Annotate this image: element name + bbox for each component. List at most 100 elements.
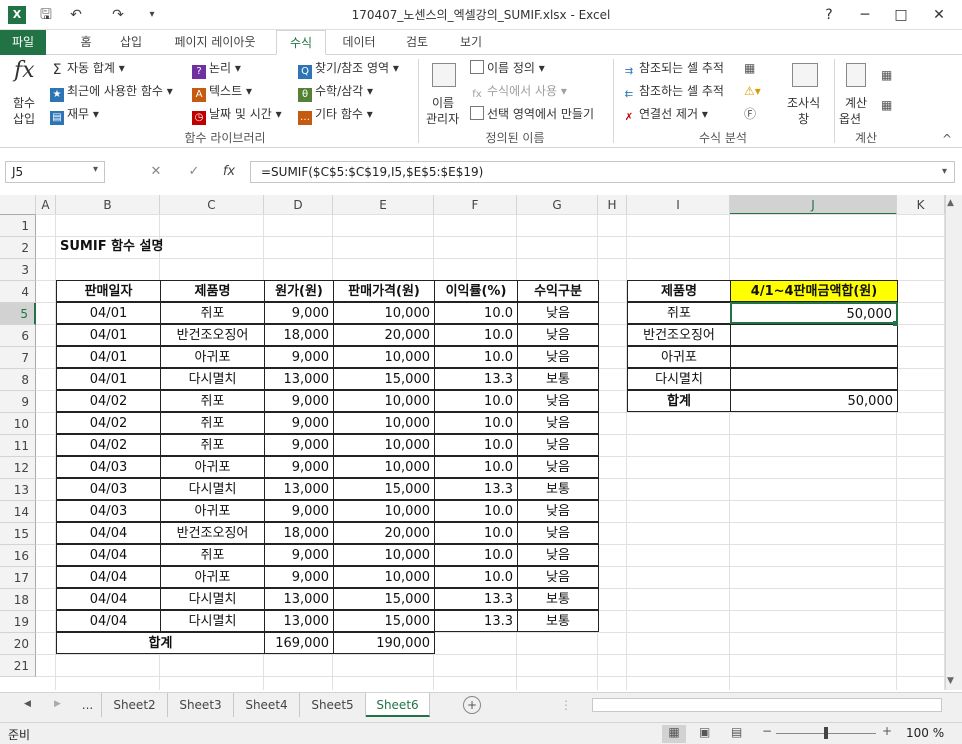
- error-checking-icon[interactable]: ⚠▾: [744, 83, 761, 99]
- row-header[interactable]: 20: [0, 633, 36, 655]
- tab-data[interactable]: 데이터: [334, 30, 384, 55]
- column-header-d[interactable]: D: [264, 195, 333, 215]
- row-header[interactable]: 14: [0, 501, 36, 523]
- table-cell[interactable]: 낮음: [517, 390, 599, 412]
- calc-options-label-1[interactable]: 계산: [845, 95, 867, 111]
- row-header[interactable]: 19: [0, 611, 36, 633]
- tab-file[interactable]: 파일: [0, 30, 46, 55]
- table-cell[interactable]: 보통: [517, 588, 599, 610]
- table-cell[interactable]: 04/04: [56, 588, 161, 610]
- collapse-ribbon-icon[interactable]: ^: [942, 131, 952, 147]
- table-cell[interactable]: 04/03: [56, 456, 161, 478]
- table-cell[interactable]: 9,000: [264, 456, 334, 478]
- trace-dependents-button[interactable]: ⇇ 참조하는 셀 추적: [622, 83, 724, 102]
- table-cell[interactable]: 보통: [517, 610, 599, 632]
- table-cell[interactable]: 13.3: [434, 368, 518, 390]
- row-header[interactable]: 1: [0, 215, 36, 237]
- table-cell[interactable]: 쥐포: [160, 302, 265, 324]
- column-header-g[interactable]: G: [517, 195, 598, 215]
- table-cell[interactable]: 10.0: [434, 346, 518, 368]
- lookup-button[interactable]: Q 찾기/참조 영역 ▾: [298, 60, 399, 79]
- table-cell[interactable]: 9,000: [264, 544, 334, 566]
- table-cell[interactable]: 13.3: [434, 610, 518, 632]
- use-in-formula-button[interactable]: fx 수식에서 사용 ▾: [470, 83, 567, 102]
- table-cell[interactable]: 아귀포: [160, 566, 265, 588]
- summary-product[interactable]: 아귀포: [627, 346, 731, 368]
- name-manager-label-1[interactable]: 이름: [432, 95, 454, 111]
- table-cell[interactable]: 10.0: [434, 412, 518, 434]
- column-header-a[interactable]: A: [36, 195, 56, 215]
- table-cell[interactable]: 10,000: [333, 302, 435, 324]
- column-header-b[interactable]: B: [56, 195, 160, 215]
- summary-total-value[interactable]: 50,000: [730, 390, 898, 412]
- table-cell[interactable]: 04/03: [56, 500, 161, 522]
- table-cell[interactable]: 다시멸치: [160, 610, 265, 632]
- show-formulas-icon[interactable]: ▦: [744, 60, 755, 76]
- table-cell[interactable]: 04/01: [56, 302, 161, 324]
- table-cell[interactable]: 반건조오징어: [160, 324, 265, 346]
- watch-window-label-1[interactable]: 조사식: [787, 95, 820, 111]
- table-cell[interactable]: 쥐포: [160, 412, 265, 434]
- table-cell[interactable]: 13,000: [264, 478, 334, 500]
- table-cell[interactable]: 04/02: [56, 434, 161, 456]
- close-button[interactable]: ✕: [925, 3, 953, 27]
- table-cell[interactable]: 낮음: [517, 302, 599, 324]
- save-icon[interactable]: 🖫: [36, 5, 56, 25]
- tab-split-handle[interactable]: ⋮: [560, 698, 572, 712]
- row-header[interactable]: 9: [0, 391, 36, 413]
- table-cell[interactable]: 10.0: [434, 500, 518, 522]
- table-cell[interactable]: 낮음: [517, 544, 599, 566]
- calc-sheet-icon[interactable]: ▦: [881, 97, 892, 113]
- sheet-tab[interactable]: Sheet3: [168, 693, 234, 717]
- normal-view-icon[interactable]: ▦: [662, 725, 686, 743]
- insert-function-icon[interactable]: fx: [14, 60, 35, 82]
- table-cell[interactable]: 낮음: [517, 500, 599, 522]
- table-cell[interactable]: 보통: [517, 478, 599, 500]
- table-cell[interactable]: 10.0: [434, 566, 518, 588]
- table-cell[interactable]: 9,000: [264, 566, 334, 588]
- financial-button[interactable]: ▤ 재무 ▾: [50, 106, 99, 125]
- table-cell[interactable]: 13,000: [264, 368, 334, 390]
- text-button[interactable]: A 텍스트 ▾: [192, 83, 252, 102]
- table-cell[interactable]: 다시멸치: [160, 478, 265, 500]
- row-header[interactable]: 21: [0, 655, 36, 677]
- summary-total-label[interactable]: 합계: [627, 390, 731, 412]
- row-header[interactable]: 16: [0, 545, 36, 567]
- table-cell[interactable]: 18,000: [264, 522, 334, 544]
- table-cell[interactable]: 04/02: [56, 390, 161, 412]
- tab-view[interactable]: 보기: [448, 30, 494, 55]
- summary-product[interactable]: 반건조오징어: [627, 324, 731, 346]
- scroll-down-icon[interactable]: ▼: [947, 676, 954, 686]
- table-cell[interactable]: 쥐포: [160, 544, 265, 566]
- table-cell[interactable]: 15,000: [333, 588, 435, 610]
- row-header[interactable]: 6: [0, 325, 36, 347]
- table-cell[interactable]: 13,000: [264, 610, 334, 632]
- table-cell[interactable]: 9,000: [264, 346, 334, 368]
- sheet-tab[interactable]: Sheet2: [102, 693, 168, 717]
- recent-functions-button[interactable]: ★ 최근에 사용한 함수 ▾: [50, 83, 173, 102]
- scroll-tabs-right-icon[interactable]: ▶: [54, 699, 61, 709]
- table-cell[interactable]: 04/04: [56, 566, 161, 588]
- table-cell[interactable]: 낮음: [517, 324, 599, 346]
- formula-input[interactable]: =SUMIF($C$5:$C$19,I5,$E$5:$E$19): [250, 161, 955, 183]
- watch-window-icon[interactable]: [792, 63, 818, 87]
- table-cell[interactable]: 반건조오징어: [160, 522, 265, 544]
- table-cell[interactable]: 04/01: [56, 368, 161, 390]
- watch-window-label-2[interactable]: 창: [798, 111, 809, 127]
- insert-function-label-2[interactable]: 삽입: [13, 111, 35, 127]
- row-header[interactable]: 10: [0, 413, 36, 435]
- table-header[interactable]: 이익률(%): [434, 280, 518, 302]
- vertical-scrollbar[interactable]: [945, 195, 962, 690]
- sheet-title[interactable]: SUMIF 함수 설명: [56, 236, 334, 258]
- row-header[interactable]: 3: [0, 259, 36, 281]
- table-cell[interactable]: 13,000: [264, 588, 334, 610]
- table-cell[interactable]: 10,000: [333, 434, 435, 456]
- scroll-tabs-left-icon[interactable]: ◀: [24, 699, 31, 709]
- zoom-in-icon[interactable]: +: [882, 724, 892, 738]
- table-cell[interactable]: 20,000: [333, 522, 435, 544]
- table-cell[interactable]: 아귀포: [160, 346, 265, 368]
- evaluate-formula-icon[interactable]: Ⓕ: [744, 106, 756, 122]
- cancel-icon[interactable]: ✕: [146, 161, 166, 183]
- math-button[interactable]: θ 수학/삼각 ▾: [298, 83, 373, 102]
- summary-amount[interactable]: [730, 346, 898, 368]
